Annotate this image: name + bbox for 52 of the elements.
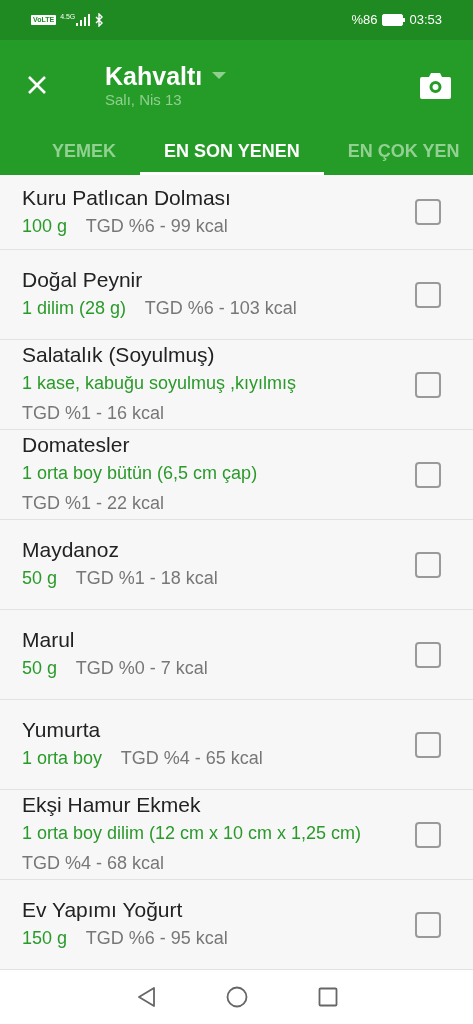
home-icon[interactable]	[225, 986, 248, 1008]
serving-size: 50 g	[22, 658, 58, 678]
close-icon	[27, 75, 47, 95]
food-name: Ekşi Hamur Ekmek	[22, 792, 202, 818]
checkbox[interactable]	[415, 281, 441, 308]
nutrition-info: TGD %4 - 65 kcal	[120, 748, 263, 768]
nutrition-info: TGD %0 - 7 kcal	[75, 658, 208, 678]
food-name: Salatalık (Soyulmuş)	[22, 342, 216, 368]
signal-icon	[76, 14, 91, 26]
nutrition-info: TGD %6 - 103 kcal	[144, 298, 297, 318]
checkbox[interactable]	[415, 731, 441, 758]
serving-size: 1 orta boy	[22, 748, 103, 768]
tab[interactable]: YEMEK	[28, 130, 140, 175]
nutrition-info: TGD %6 - 95 kcal	[85, 928, 228, 948]
checkbox[interactable]	[415, 551, 441, 578]
nutrition-info: TGD %1 - 22 kcal	[22, 493, 165, 513]
meal-title[interactable]: Kahvaltı	[105, 61, 203, 91]
food-name: Domatesler	[22, 432, 131, 458]
nutrition-info: TGD %1 - 16 kcal	[22, 403, 165, 423]
serving-size: 1 kase, kabuğu soyulmuş ,kıyılmış	[22, 373, 297, 393]
serving-size: 1 orta boy bütün (6,5 cm çap)	[22, 463, 258, 483]
food-name: Kuru Patlıcan Dolması	[22, 184, 232, 211]
checkbox[interactable]	[415, 199, 441, 225]
battery-percent: %86	[351, 11, 378, 30]
back-icon[interactable]	[135, 986, 156, 1008]
checkbox[interactable]	[415, 641, 441, 668]
bluetooth-icon	[94, 13, 105, 27]
serving-size: 150 g	[22, 928, 68, 948]
nutrition-info: TGD %6 - 99 kcal	[85, 215, 228, 236]
dropdown-caret-icon[interactable]	[212, 72, 227, 80]
food-name: Maydanoz	[22, 537, 120, 563]
recent-apps-icon[interactable]	[317, 987, 338, 1007]
checkbox[interactable]	[415, 371, 441, 398]
nutrition-info: TGD %4 - 68 kcal	[22, 853, 165, 873]
meal-date: Salı, Nis 13	[105, 91, 183, 109]
food-name: Marul	[22, 627, 76, 653]
serving-size: 100 g	[22, 215, 68, 236]
camera-icon	[418, 71, 452, 99]
tab[interactable]: EN ÇOK YEN	[323, 130, 473, 175]
checkbox[interactable]	[415, 911, 441, 938]
tab[interactable]: EN SON YENEN	[140, 130, 324, 175]
clock: 03:53	[409, 11, 442, 30]
checkbox[interactable]	[415, 821, 441, 848]
checkbox[interactable]	[415, 461, 441, 488]
food-name: Doğal Peynir	[22, 267, 144, 293]
nutrition-info: TGD %1 - 18 kcal	[75, 568, 218, 588]
serving-size: 1 orta boy dilim (12 cm x 10 cm x 1,25 cm)	[22, 823, 362, 843]
serving-size: 50 g	[22, 568, 58, 588]
battery-icon	[382, 14, 407, 26]
serving-size: 1 dilim (28 g)	[22, 298, 127, 318]
food-name: Yumurta	[22, 717, 102, 743]
food-name: Ev Yapımı Yoğurt	[22, 897, 184, 923]
